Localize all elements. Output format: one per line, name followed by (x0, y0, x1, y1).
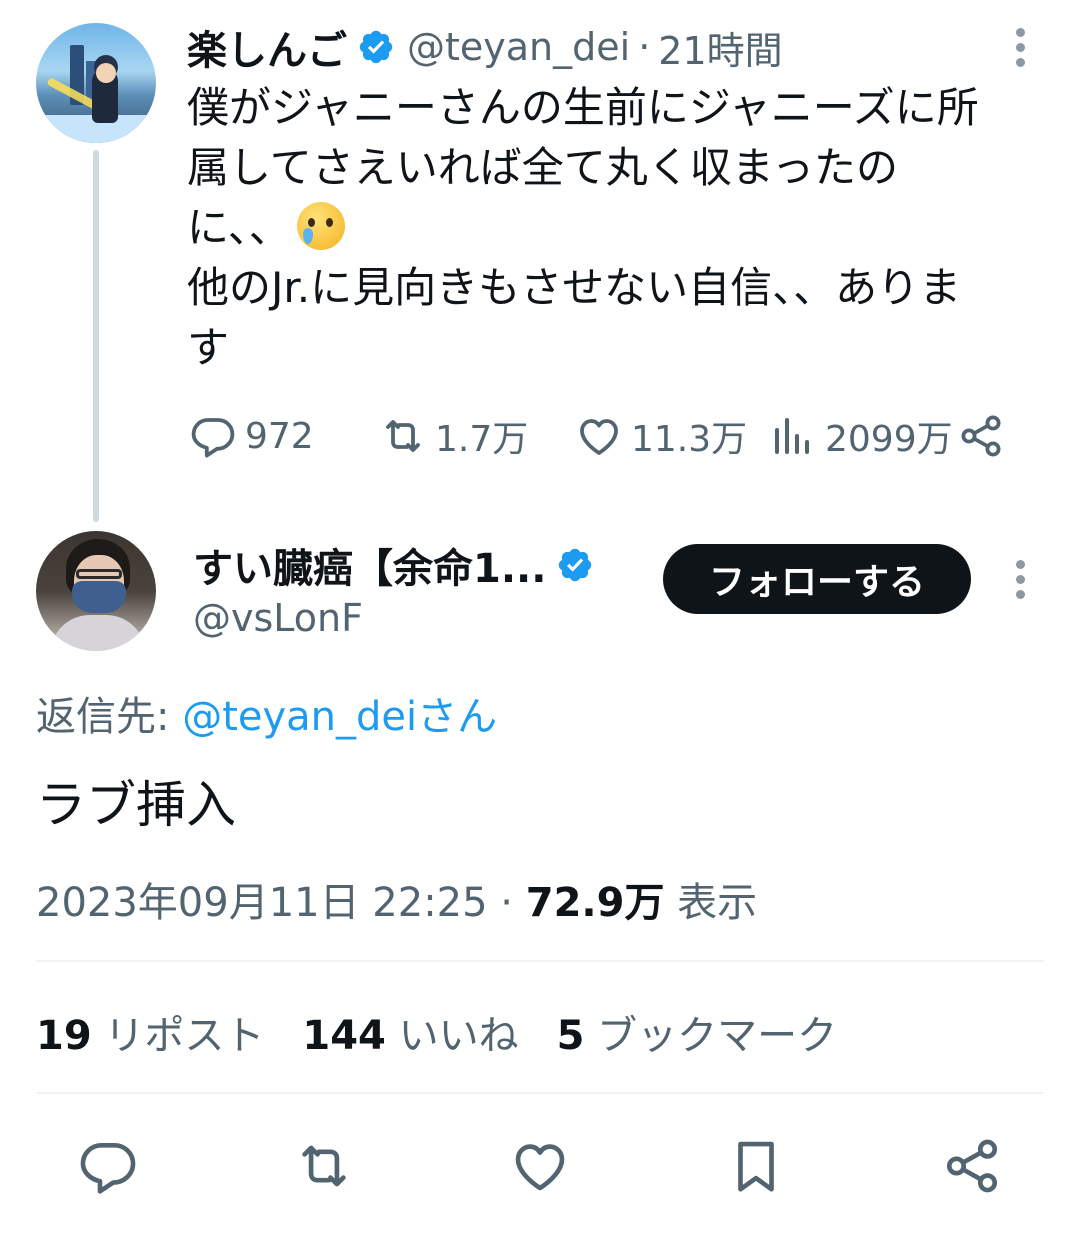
parent-tweet-time[interactable]: 21時間 (658, 20, 782, 75)
likes-label: いいね (385, 1013, 519, 1059)
bookmarks-label: ブックマーク (584, 1013, 838, 1059)
divider (36, 1092, 1044, 1094)
repost-icon (302, 1145, 346, 1187)
parent-more-options-icon[interactable] (1014, 26, 1026, 70)
repost-button[interactable] (288, 1130, 360, 1202)
reply-button[interactable] (72, 1130, 144, 1202)
repost-icon (386, 420, 420, 452)
text-line: 属してさえいれば全て丸く収まったの (187, 143, 899, 192)
like-count: 11.3万 (631, 419, 748, 460)
heart-icon (580, 419, 618, 455)
parent-tweet-actions: 972 1.7万 11.3万 2099万 (187, 408, 1007, 464)
like-button[interactable] (504, 1130, 576, 1202)
view-label: 表示 (664, 880, 758, 926)
share-button[interactable] (936, 1130, 1008, 1202)
tweet-meta: 2023年09月11日 22:25 · 72.9万 表示 (36, 870, 757, 928)
tweet-timestamp[interactable]: 2023年09月11日 22:25 (36, 880, 488, 926)
reply-tweet-actions (0, 1130, 1080, 1202)
replying-to: 返信先: @teyan_deiさん (36, 684, 497, 742)
header-separator: · (638, 25, 651, 69)
reply-action[interactable]: 972 (189, 408, 314, 464)
share-icon (961, 415, 1001, 457)
repost-count: 1.7万 (435, 419, 529, 460)
reply-icon (80, 1143, 136, 1194)
heart-icon (515, 1144, 565, 1191)
bookmarks-stat[interactable]: 5 ブックマーク (557, 1013, 838, 1059)
verified-badge-icon (359, 30, 393, 64)
meta-separator: · (487, 880, 526, 926)
reposts-count: 19 (36, 1013, 92, 1059)
text-line: す (187, 323, 230, 372)
parent-author-name[interactable]: 楽しんご (187, 18, 347, 76)
reply-icon (191, 418, 235, 458)
divider (36, 960, 1044, 962)
reply-author-name-row: すい臓癌【余命1... (193, 540, 606, 592)
engagement-stats: 19 リポスト 144 いいね 5 ブックマーク (36, 1003, 837, 1061)
face-holding-back-tears-icon (296, 202, 345, 250)
bookmark-icon (738, 1141, 774, 1192)
reply-author-name[interactable]: すい臓癌【余命1... (193, 536, 546, 594)
parent-tweet-header: 楽しんご @teyan_dei · 21時間 (187, 20, 783, 75)
likes-stat[interactable]: 144 いいね (302, 1013, 518, 1059)
analytics-icon (775, 418, 809, 454)
reply-count: 972 (245, 415, 314, 457)
replying-to-label: 返信先: (36, 694, 183, 740)
like-action[interactable]: 11.3万 (575, 408, 747, 464)
views-count: 2099万 (825, 419, 953, 460)
verified-badge-icon (559, 548, 592, 582)
bookmarks-count: 5 (556, 1013, 585, 1059)
text-line-with-emoji: に、、 (187, 198, 1047, 258)
reply-author-avatar[interactable] (36, 531, 156, 651)
view-count[interactable]: 72.9万 (526, 880, 665, 926)
reposts-label: リポスト (91, 1013, 265, 1059)
reply-more-options-icon[interactable] (1014, 558, 1026, 602)
parent-author-avatar[interactable] (36, 23, 156, 143)
repost-action[interactable]: 1.7万 (379, 408, 528, 464)
thread-connector-line (93, 150, 99, 522)
parent-author-handle[interactable]: @teyan_dei (407, 25, 630, 69)
share-action[interactable] (957, 408, 1013, 464)
likes-count: 144 (302, 1013, 386, 1059)
tweet-detail-page: 楽しんご @teyan_dei · 21時間 僕がジャニーさんの生前にジャニーズ… (0, 0, 1080, 1240)
follow-button[interactable]: フォローする (663, 544, 971, 614)
text-line: 僕がジャニーさんの生前にジャニーズに所 (187, 83, 979, 132)
bookmark-button[interactable] (720, 1130, 792, 1202)
replying-to-mention[interactable]: @teyan_deiさん (182, 694, 497, 740)
text-line: 他のJr.に見向きもさせない自信、、ありま (187, 263, 962, 312)
parent-tweet-text: 僕がジャニーさんの生前にジャニーズに所 属してさえいれば全て丸く収まったの に、… (187, 78, 1047, 378)
views-action[interactable]: 2099万 (769, 408, 953, 464)
share-icon (946, 1139, 998, 1193)
reposts-stat[interactable]: 19 リポスト (36, 1013, 264, 1059)
reply-author-handle[interactable]: @vsLonF (193, 596, 363, 640)
reply-tweet-text: ラブ挿入 (36, 776, 236, 834)
